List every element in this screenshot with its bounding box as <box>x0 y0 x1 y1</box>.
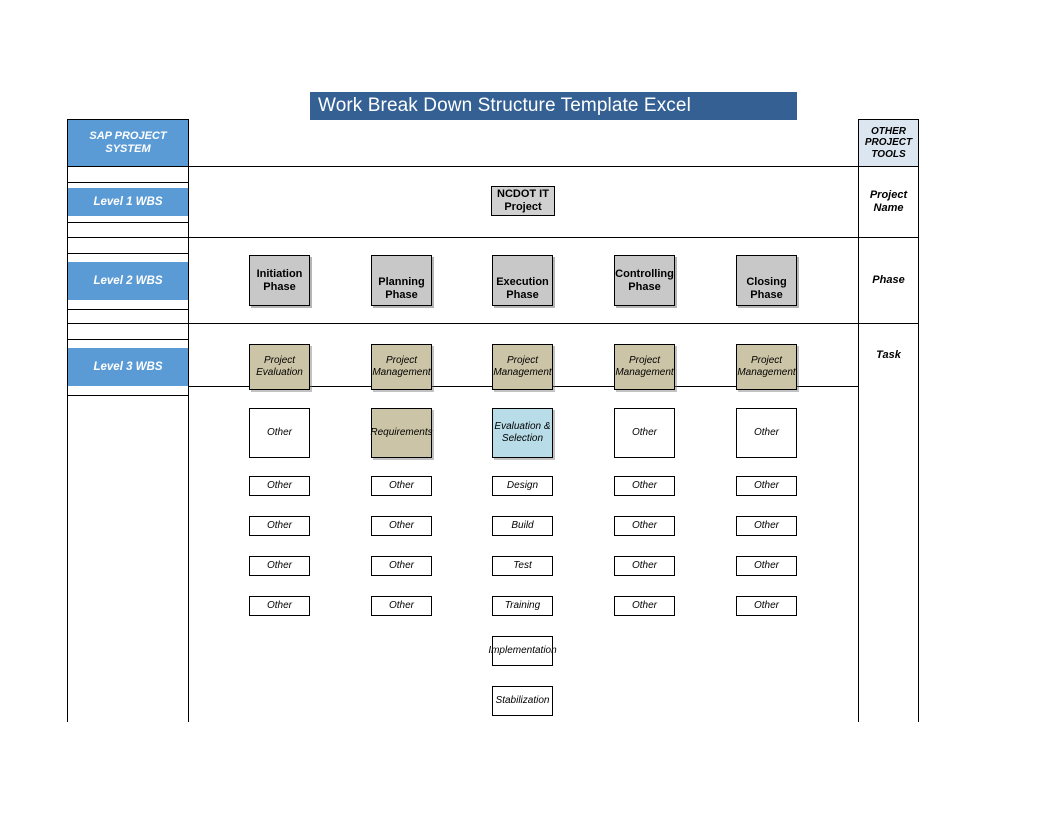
wbs-node-task-c3-r6[interactable]: Training <box>492 596 553 616</box>
wbs-node-task-c3-r2[interactable]: Evaluation & Selection <box>492 408 553 458</box>
wbs-node-task-c5-r3[interactable]: Other <box>736 476 797 496</box>
grid-hline-level2-band-bottom <box>67 309 189 310</box>
wbs-node-task-c1-r3[interactable]: Other <box>249 476 310 496</box>
grid-hline-level2-bottom <box>67 323 919 324</box>
wbs-node-phase-2[interactable]: Planning Phase <box>371 255 432 306</box>
wbs-node-task-c4-r3[interactable]: Other <box>614 476 675 496</box>
grid-hline-level3-band-bottom <box>67 395 189 396</box>
wbs-node-task-c2-r1[interactable]: Project Management <box>371 344 432 390</box>
wbs-node-task-c4-r2[interactable]: Other <box>614 408 675 458</box>
sidebar-header-sap: SAP PROJECT SYSTEM <box>68 120 188 166</box>
wbs-node-task-c4-r4[interactable]: Other <box>614 516 675 536</box>
grid-hline-level1-band-top <box>67 182 189 183</box>
grid-hline-level2-band-top <box>67 253 189 254</box>
wbs-node-task-c3-r5[interactable]: Test <box>492 556 553 576</box>
right-row-task: Task <box>876 348 901 361</box>
wbs-node-task-c2-r4[interactable]: Other <box>371 516 432 536</box>
wbs-node-task-c3-r1[interactable]: Project Management <box>492 344 553 390</box>
wbs-node-task-c4-r1[interactable]: Project Management <box>614 344 675 390</box>
sidebar-item-level2[interactable]: Level 2 WBS <box>68 262 188 300</box>
right-row-project-name: Project Name <box>869 189 908 214</box>
page-title: Work Break Down Structure Template Excel <box>310 92 797 120</box>
grid-vline-left-inner <box>188 119 189 722</box>
wbs-node-phase-4[interactable]: Controlling Phase <box>614 255 675 306</box>
wbs-node-task-c2-r6[interactable]: Other <box>371 596 432 616</box>
grid-vline-right-outer <box>918 119 919 722</box>
wbs-node-task-c5-r4[interactable]: Other <box>736 516 797 536</box>
wbs-node-task-c4-r6[interactable]: Other <box>614 596 675 616</box>
grid-hline-header-bottom <box>67 166 919 167</box>
wbs-node-root[interactable]: NCDOT IT Project <box>491 186 555 216</box>
wbs-node-task-c3-r4[interactable]: Build <box>492 516 553 536</box>
right-row-phase: Phase <box>872 274 905 286</box>
grid-hline-level1-band-bottom <box>67 222 189 223</box>
wbs-node-task-c2-r5[interactable]: Other <box>371 556 432 576</box>
wbs-node-phase-5[interactable]: Closing Phase <box>736 255 797 306</box>
wbs-node-task-c5-r5[interactable]: Other <box>736 556 797 576</box>
grid-hline-level1-bottom <box>67 237 919 238</box>
sidebar-item-level1[interactable]: Level 1 WBS <box>68 188 188 216</box>
sidebar-header-other-tools: OTHER PROJECT TOOLS <box>859 120 918 166</box>
wbs-node-task-c1-r1[interactable]: Project Evaluation <box>249 344 310 390</box>
wbs-node-phase-1[interactable]: Initiation Phase <box>249 255 310 306</box>
wbs-node-task-c1-r6[interactable]: Other <box>249 596 310 616</box>
wbs-node-phase-3[interactable]: Execution Phase <box>492 255 553 306</box>
wbs-node-task-c3-r7[interactable]: Implementation <box>488 636 557 666</box>
wbs-node-task-c3-r3[interactable]: Design <box>492 476 553 496</box>
wbs-node-task-c5-r6[interactable]: Other <box>736 596 797 616</box>
wbs-diagram: Work Break Down Structure Template Excel… <box>0 0 1057 817</box>
wbs-node-task-c4-r5[interactable]: Other <box>614 556 675 576</box>
wbs-node-task-c5-r1[interactable]: Project Management <box>736 344 797 390</box>
wbs-node-task-c2-r3[interactable]: Other <box>371 476 432 496</box>
grid-hline-level3-band-top <box>67 339 189 340</box>
wbs-node-task-c1-r4[interactable]: Other <box>249 516 310 536</box>
wbs-node-task-c1-r2[interactable]: Other <box>249 408 310 458</box>
wbs-node-task-c2-r2[interactable]: Requirements <box>370 408 433 458</box>
sidebar-item-level3[interactable]: Level 3 WBS <box>68 348 188 386</box>
wbs-node-task-c3-r8[interactable]: Stabilization <box>492 686 553 716</box>
wbs-node-task-c5-r2[interactable]: Other <box>736 408 797 458</box>
wbs-node-task-c1-r5[interactable]: Other <box>249 556 310 576</box>
